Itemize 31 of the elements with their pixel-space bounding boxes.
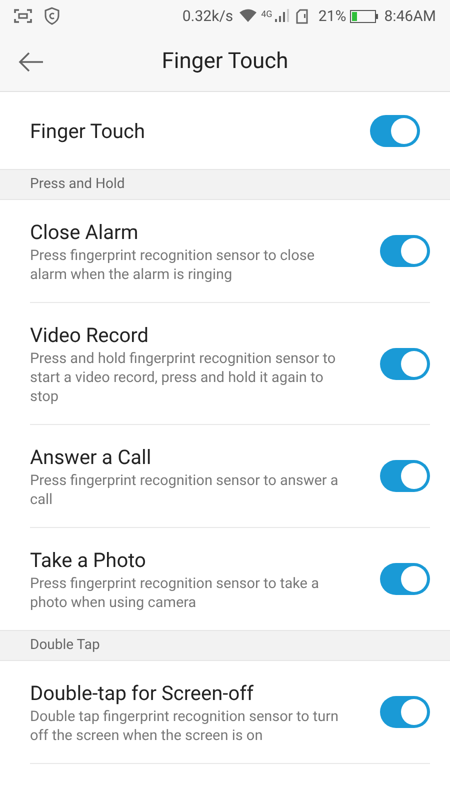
section-header: Press and Hold: [0, 169, 450, 200]
shield-icon: [44, 7, 60, 25]
toggle-switch[interactable]: [380, 460, 430, 492]
setting-description: Press fingerprint recognition sensor to take a photo when using camera: [30, 574, 320, 612]
setting-title: Double-tap for Screen-off: [30, 680, 255, 707]
setting-title: Video Record: [30, 322, 150, 349]
network-speed: 0.32k/s: [182, 6, 234, 27]
back-button[interactable]: [16, 50, 46, 74]
clock: 8:46AM: [384, 6, 436, 27]
toggle-switch[interactable]: [380, 696, 430, 728]
setting-description: Double tap fingerprint recognition sensor to turn off the screen when the screen is on: [30, 707, 340, 745]
setting-title: Finger Touch: [30, 118, 146, 144]
setting-description: Press fingerprint recognition sensor to close alarm when the alarm is ringing: [30, 246, 316, 284]
setting-title: Take a Photo: [30, 547, 147, 574]
screenshot-icon: [14, 9, 32, 23]
toggle-switch[interactable]: [380, 348, 430, 380]
toggle-switch[interactable]: [380, 563, 430, 595]
network-type: 4G: [261, 9, 272, 22]
toggle-switch[interactable]: [380, 235, 430, 267]
page-title: Finger Touch: [162, 48, 288, 76]
toggle-switch[interactable]: [370, 114, 420, 146]
setting-title: Answer a Call: [30, 444, 152, 471]
sim-card-icon: [296, 8, 308, 24]
setting-title: Close Alarm: [30, 219, 140, 246]
signal-icon: [274, 9, 290, 23]
wifi-icon: [239, 9, 258, 23]
battery-percent: 21%: [318, 6, 346, 27]
battery-icon: [350, 10, 378, 22]
setting-description: Press fingerprint recognition sensor to answer a call: [30, 471, 340, 509]
section-header: Double Tap: [0, 630, 450, 661]
setting-description: Press and hold fingerprint recognition sensor to start a video record, press and hold it again to stop: [30, 349, 337, 406]
